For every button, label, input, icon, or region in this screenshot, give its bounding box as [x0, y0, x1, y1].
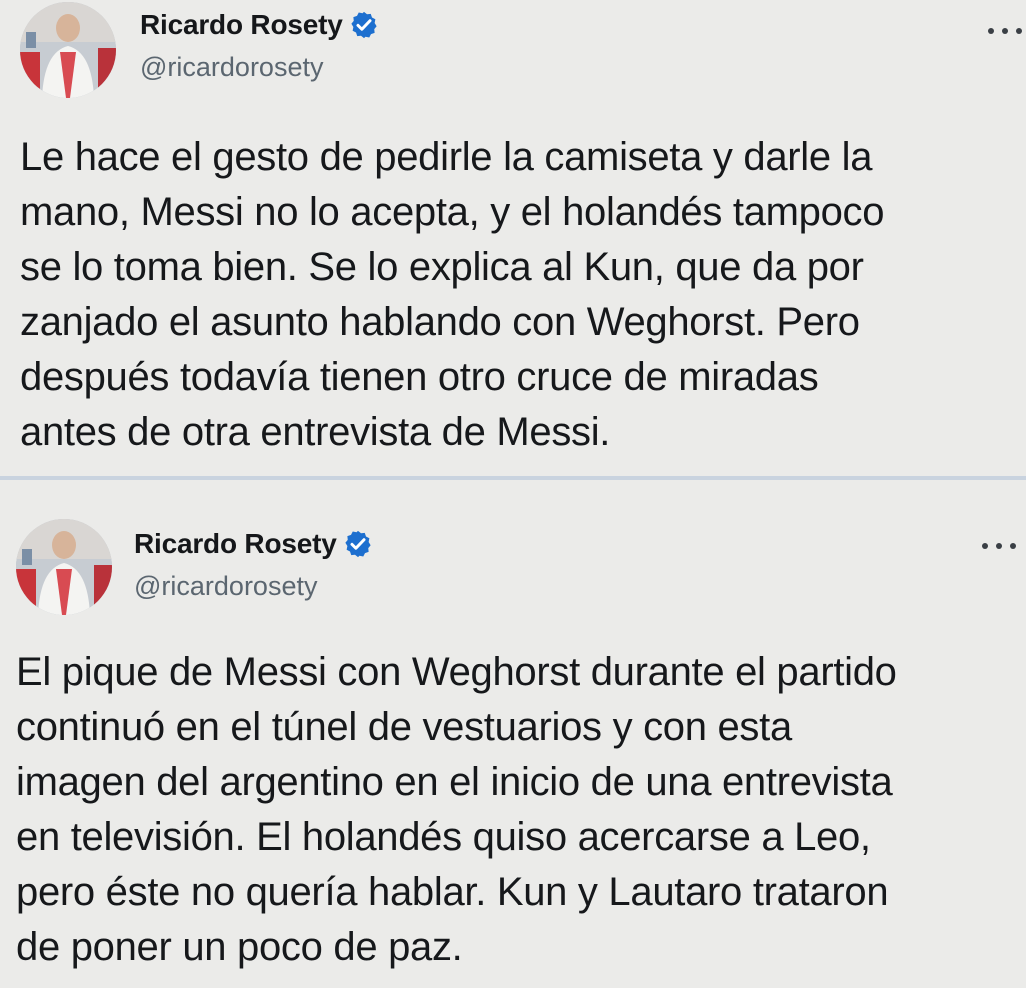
tweet-text-line: pero éste no quería hablar. Kun y Lautar… — [16, 870, 889, 914]
more-options-icon[interactable] — [988, 24, 1022, 38]
tweet-text-line: se lo toma bien. Se lo explica al Kun, q… — [20, 245, 864, 289]
dot — [1010, 543, 1016, 549]
dot — [1016, 28, 1022, 34]
tweet-text-line: Le hace el gesto de pedirle la camiseta … — [20, 135, 873, 179]
tweet-text-line: zanjado el asunto hablando con Weghorst.… — [20, 300, 860, 344]
tweet-divider — [0, 476, 1026, 480]
avatar-photo — [20, 2, 116, 98]
tweet-text-line: antes de otra entrevista de Messi. — [20, 410, 611, 454]
verified-badge-icon — [344, 530, 371, 558]
avatar[interactable] — [20, 2, 116, 98]
dot — [1002, 28, 1008, 34]
dot — [996, 543, 1002, 549]
author-handle[interactable]: @ricardorosety — [134, 571, 317, 602]
verified-badge-icon — [350, 11, 377, 39]
tweet-text-line: continuó en el túnel de vestuarios y con… — [16, 705, 792, 749]
more-options-icon[interactable] — [982, 539, 1016, 553]
avatar[interactable] — [16, 519, 112, 615]
tweet-text-line: El pique de Messi con Weghorst durante e… — [16, 650, 897, 694]
tweet-text: El pique de Messi con Weghorst durante e… — [16, 645, 897, 975]
tweet-card[interactable]: Ricardo Rosety @ricardorosety Le hace el… — [0, 0, 1026, 476]
tweet-text-line: de poner un poco de paz. — [16, 925, 463, 969]
tweet-text-line: mano, Messi no lo acepta, y el holandés … — [20, 190, 885, 234]
author-name[interactable]: Ricardo Rosety — [140, 9, 343, 41]
author-handle[interactable]: @ricardorosety — [140, 52, 323, 83]
tweet-text-line: imagen del argentino en el inicio de una… — [16, 760, 893, 804]
avatar-photo — [16, 519, 112, 615]
dot — [982, 543, 988, 549]
author-name[interactable]: Ricardo Rosety — [134, 528, 337, 560]
tweet-text: Le hace el gesto de pedirle la camiseta … — [20, 130, 884, 460]
author-row[interactable]: Ricardo Rosety — [134, 528, 373, 560]
author-row[interactable]: Ricardo Rosety — [140, 9, 379, 41]
dot — [988, 28, 994, 34]
tweet-text-line: en televisión. El holandés quiso acercar… — [16, 815, 871, 859]
tweet-text-line: después todavía tienen otro cruce de mir… — [20, 355, 819, 399]
